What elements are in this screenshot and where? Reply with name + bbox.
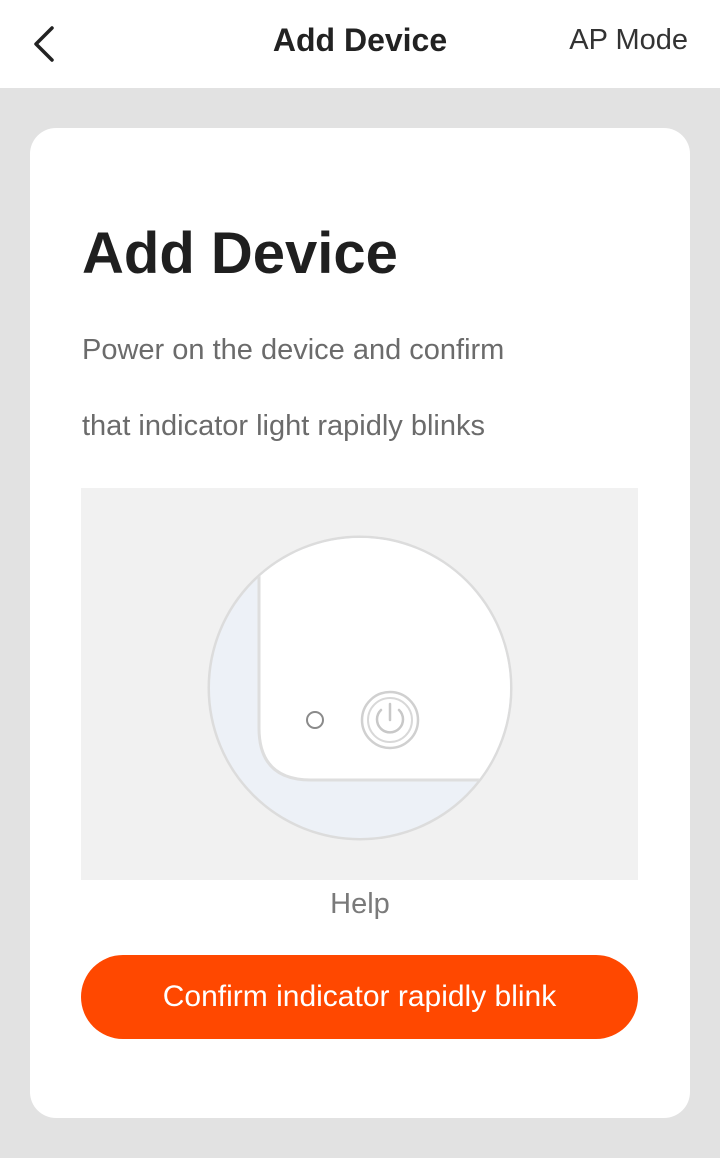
device-illustration <box>81 488 638 880</box>
instruction-line-1: Power on the device and confirm <box>82 334 505 366</box>
help-link[interactable]: Help <box>30 888 690 921</box>
card-title: Add Device <box>82 221 398 286</box>
confirm-indicator-button[interactable]: Confirm indicator rapidly blink <box>81 955 638 1039</box>
power-icon <box>360 690 420 750</box>
instruction-line-2: that indicator light rapidly blinks <box>82 410 485 442</box>
ap-mode-button[interactable]: AP Mode <box>569 24 688 57</box>
back-button[interactable] <box>18 18 70 70</box>
top-bar: Add Device AP Mode <box>0 0 720 88</box>
add-device-card: Add Device Power on the device and confi… <box>30 128 690 1118</box>
indicator-light-icon <box>306 711 324 729</box>
chevron-left-icon <box>34 26 54 62</box>
